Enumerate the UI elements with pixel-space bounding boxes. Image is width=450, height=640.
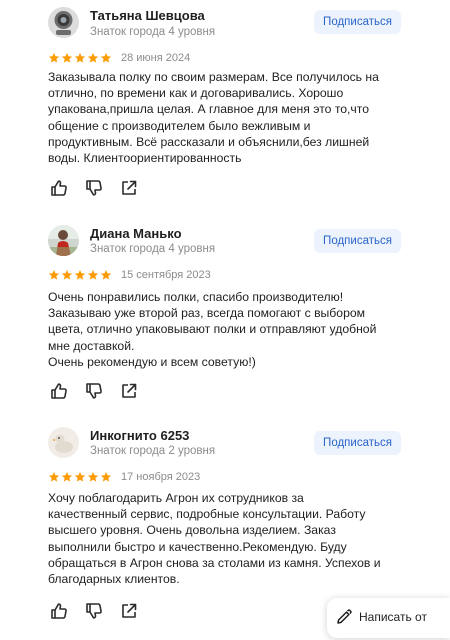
author-level: Знаток города 2 уровня: [90, 445, 216, 457]
review-date: 17 ноября 2023: [121, 471, 201, 483]
rating-stars: [48, 471, 112, 483]
author-name[interactable]: Инкогнито 6253: [90, 428, 189, 443]
like-button[interactable]: [50, 602, 68, 620]
share-button[interactable]: [120, 602, 138, 620]
review-text-line: качественный сервис, подробные консульта…: [48, 507, 366, 522]
write-review-button[interactable]: Написать от: [327, 598, 450, 638]
thumbs-down-icon: [85, 602, 103, 620]
review-card: Инкогнито 6253 Знаток города 2 уровня По…: [0, 0, 450, 640]
pen-icon: [336, 609, 352, 630]
review-text-line: выполнили быстро и качественно.Рекоменду…: [48, 539, 347, 554]
review-text-line: обращаться в Агрон снова за столами из к…: [48, 555, 381, 570]
dislike-button[interactable]: [85, 602, 103, 620]
star-icon: [100, 471, 112, 482]
write-review-label: Написать от: [359, 610, 427, 624]
review-text: Хочу поблагодарить Агрон их сотрудников …: [48, 490, 403, 587]
review-text-line: Хочу поблагодарить Агрон их сотрудников …: [48, 491, 304, 505]
avatar[interactable]: [48, 427, 79, 458]
share-icon: [120, 602, 138, 620]
review-text-line: высшего уровня. Очень довольна изделием.…: [48, 523, 336, 538]
star-icon: [61, 471, 73, 482]
star-icon: [48, 471, 60, 482]
subscribe-button[interactable]: Подписаться: [314, 431, 401, 455]
star-icon: [74, 471, 86, 482]
review-text-line: благодарных клиентов.: [48, 572, 180, 587]
thumbs-up-icon: [50, 602, 68, 620]
star-icon: [87, 471, 99, 482]
